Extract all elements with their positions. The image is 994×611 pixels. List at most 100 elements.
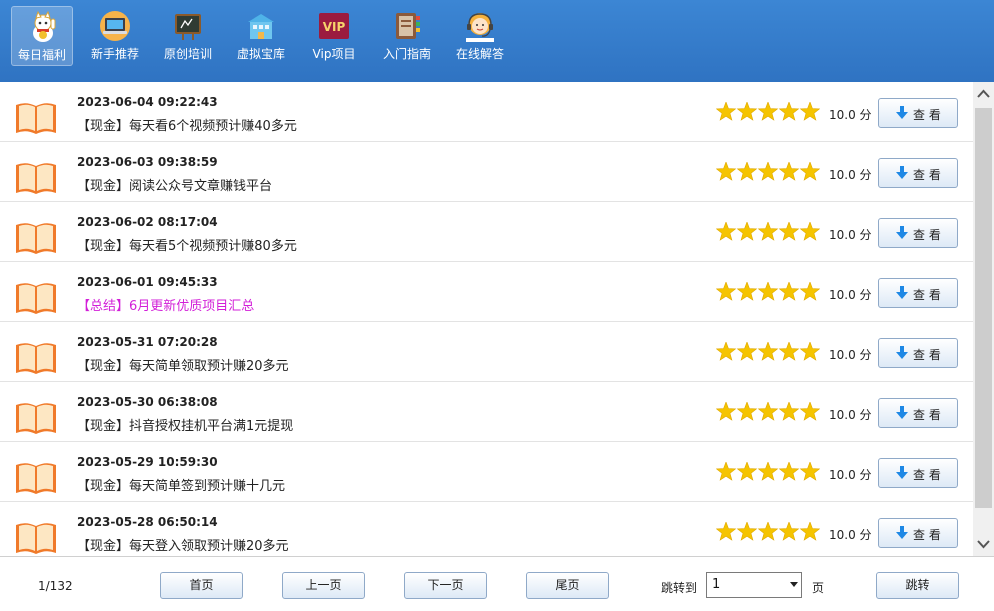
- item-date: 2023-05-31 07:20:28: [77, 335, 218, 349]
- page-select[interactable]: 1: [706, 572, 802, 598]
- view-button[interactable]: 查 看: [878, 338, 958, 368]
- jump-button[interactable]: 跳转: [876, 572, 959, 599]
- nav-item-daily-welfare[interactable]: 每日福利: [11, 6, 73, 66]
- item-title-link[interactable]: 【现金】阅读公众号文章赚钱平台: [77, 175, 272, 194]
- support-agent-icon: [466, 13, 494, 42]
- item-title-link[interactable]: 【现金】每天简单领取预计赚20多元: [77, 355, 289, 374]
- item-score: 10.0 分: [829, 108, 872, 122]
- star-icon: [778, 162, 800, 181]
- star-icon: [757, 102, 779, 121]
- download-arrow-icon: [896, 466, 908, 479]
- item-score: 10.0 分: [829, 288, 872, 302]
- first-page-button[interactable]: 首页: [160, 572, 243, 599]
- previous-page-button[interactable]: 上一页: [282, 572, 365, 599]
- open-book-icon: [16, 223, 56, 254]
- view-button-label: 查 看: [913, 348, 941, 362]
- rating-stars: [716, 102, 820, 121]
- list-item: 2023-05-28 06:50:14 【现金】每天登入领取预计赚20多元 10.0…: [0, 502, 973, 556]
- download-arrow-icon: [896, 166, 908, 179]
- rating-stars: [716, 282, 820, 301]
- star-icon: [736, 222, 758, 241]
- star-icon: [799, 162, 820, 181]
- star-icon: [778, 342, 800, 361]
- download-arrow-icon: [896, 406, 908, 419]
- item-score: 10.0 分: [829, 348, 872, 362]
- nav-item-original-training[interactable]: 原创培训: [157, 6, 219, 66]
- view-button[interactable]: 查 看: [878, 158, 958, 188]
- top-navigation-bar: 每日福利 新手推荐 原创培训 虚拟宝库 VIP Vip项目 入门指南 在线解答: [0, 0, 994, 82]
- open-book-icon: [16, 403, 56, 434]
- item-title-link[interactable]: 【现金】每天看5个视频预计赚80多元: [77, 235, 297, 254]
- item-score: 10.0 分: [829, 468, 872, 482]
- star-icon: [716, 522, 737, 541]
- view-button-label: 查 看: [913, 108, 941, 122]
- nav-item-online-answers[interactable]: 在线解答: [449, 6, 511, 66]
- page-select-value: 1: [712, 577, 721, 592]
- item-score: 10.0 分: [829, 408, 872, 422]
- rating-stars: [716, 222, 820, 241]
- scroll-down-arrow-icon[interactable]: [973, 532, 994, 556]
- star-icon: [716, 342, 737, 361]
- item-date: 2023-06-04 09:22:43: [77, 95, 218, 109]
- last-page-button[interactable]: 尾页: [526, 572, 609, 599]
- rating-stars: [716, 342, 820, 361]
- item-title-link[interactable]: 【现金】每天简单签到预计赚十几元: [77, 475, 285, 494]
- view-button-label: 查 看: [913, 168, 941, 182]
- nav-item-virtual-treasury[interactable]: 虚拟宝库: [230, 6, 292, 66]
- star-icon: [757, 162, 779, 181]
- nav-item-beginner-guide[interactable]: 入门指南: [376, 6, 438, 66]
- pagination-bar: 1/132 首页 上一页 下一页 尾页 跳转到 1 页 跳转: [0, 556, 994, 611]
- nav-item-label: 每日福利: [17, 48, 66, 62]
- view-button[interactable]: 查 看: [878, 458, 958, 488]
- jump-to-label: 跳转到: [661, 581, 698, 595]
- star-icon: [799, 282, 820, 301]
- view-button-label: 查 看: [913, 408, 941, 422]
- nav-item-label: 虚拟宝库: [236, 47, 285, 61]
- rating-stars: [716, 402, 820, 421]
- star-icon: [736, 162, 758, 181]
- star-icon: [716, 102, 737, 121]
- nav-item-label: 入门指南: [382, 47, 431, 61]
- list-item: 2023-05-31 07:20:28 【现金】每天简单领取预计赚20多元 10.0…: [0, 322, 973, 382]
- item-title-link[interactable]: 【总结】6月更新优质项目汇总: [77, 295, 254, 314]
- star-icon: [799, 342, 820, 361]
- item-title-link[interactable]: 【现金】抖音授权挂机平台满1元提现: [77, 415, 293, 434]
- star-icon: [778, 402, 800, 421]
- star-icon: [778, 522, 800, 541]
- scrollbar-thumb[interactable]: [975, 108, 992, 508]
- article-list: 2023-06-04 09:22:43 【现金】每天看6个视频预计赚40多元 10.…: [0, 82, 973, 556]
- download-arrow-icon: [896, 106, 908, 119]
- download-arrow-icon: [896, 526, 908, 539]
- star-icon: [778, 462, 800, 481]
- vertical-scrollbar[interactable]: [973, 82, 994, 556]
- view-button-label: 查 看: [913, 468, 941, 482]
- view-button[interactable]: 查 看: [878, 278, 958, 308]
- view-button[interactable]: 查 看: [878, 98, 958, 128]
- nav-item-label: 新手推荐: [90, 47, 139, 61]
- star-icon: [757, 522, 779, 541]
- rating-stars: [716, 522, 820, 541]
- list-item: 2023-05-30 06:38:08 【现金】抖音授权挂机平台满1元提现 10.0…: [0, 382, 973, 442]
- star-icon: [799, 222, 820, 241]
- item-date: 2023-06-02 08:17:04: [77, 215, 218, 229]
- star-icon: [736, 342, 758, 361]
- nav-item-vip-projects[interactable]: VIP Vip项目: [303, 6, 365, 66]
- star-icon: [778, 222, 800, 241]
- rating-stars: [716, 462, 820, 481]
- chevron-down-icon: [790, 582, 798, 587]
- item-title-link[interactable]: 【现金】每天登入领取预计赚20多元: [77, 535, 289, 554]
- nav-item-newbie-recommend[interactable]: 新手推荐: [84, 6, 146, 66]
- open-book-icon: [16, 283, 56, 314]
- view-button[interactable]: 查 看: [878, 518, 958, 548]
- scroll-up-arrow-icon[interactable]: [973, 82, 994, 106]
- open-book-icon: [16, 523, 56, 554]
- view-button-label: 查 看: [913, 228, 941, 242]
- view-button[interactable]: 查 看: [878, 398, 958, 428]
- nav-item-label: 原创培训: [163, 47, 212, 61]
- item-title-link[interactable]: 【现金】每天看6个视频预计赚40多元: [77, 115, 297, 134]
- view-button[interactable]: 查 看: [878, 218, 958, 248]
- next-page-button[interactable]: 下一页: [404, 572, 487, 599]
- list-item: 2023-06-03 09:38:59 【现金】阅读公众号文章赚钱平台 10.0 分…: [0, 142, 973, 202]
- star-icon: [736, 402, 758, 421]
- star-icon: [757, 282, 779, 301]
